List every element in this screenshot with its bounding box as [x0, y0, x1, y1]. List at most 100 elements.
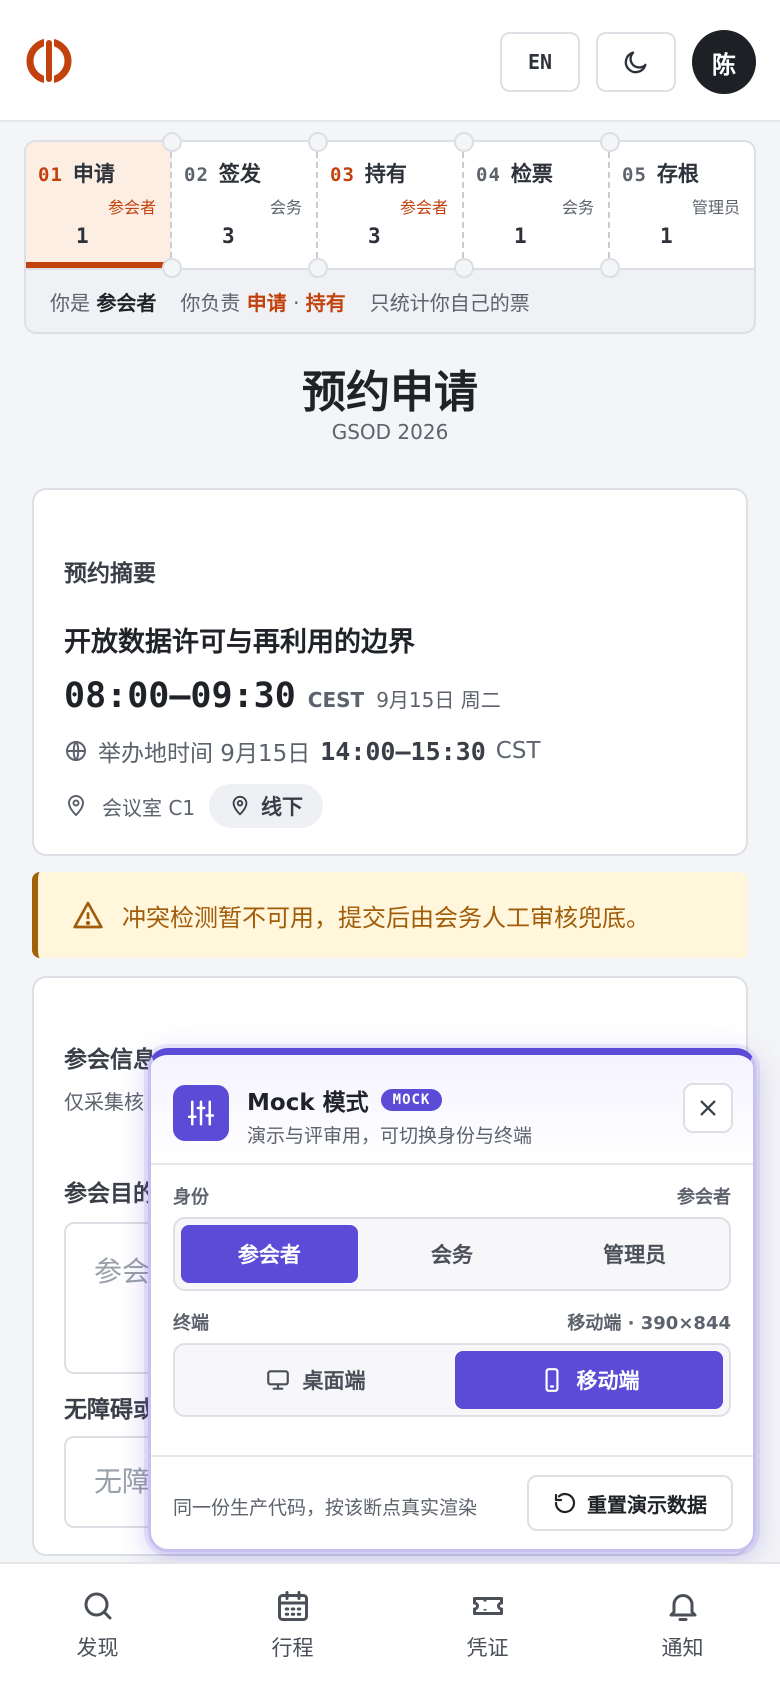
reset-demo-data-button[interactable]: 重置演示数据	[527, 1475, 733, 1531]
mock-panel-header: Mock 模式 MOCK 演示与评审用，可切换身份与终端	[151, 1055, 753, 1165]
reset-label: 重置演示数据	[587, 1492, 707, 1517]
map-pin-icon	[67, 795, 85, 817]
step-count: 1	[660, 224, 673, 248]
ticket-notch	[162, 132, 182, 152]
step-number: 05	[622, 164, 647, 186]
host-timezone: CST	[495, 738, 541, 764]
step-number: 01	[38, 164, 63, 186]
step-role: 管理员	[691, 198, 740, 217]
step-role: 参会者	[107, 198, 156, 217]
globe-icon	[66, 741, 86, 761]
session-timezone: CEST	[307, 688, 365, 712]
terminal-mobile-label: 移动端	[576, 1369, 640, 1393]
close-button[interactable]	[683, 1083, 733, 1133]
attendee-info-label: 参会信息	[64, 1047, 156, 1073]
step-name: 存根	[656, 162, 699, 186]
step-name: 申请	[72, 162, 115, 186]
mock-footer-text: 同一份生产代码，按该断点真实渲染	[173, 1497, 478, 1519]
stepper-steps: 01 申请 参会者 1 02 签发 会务 3 03 持有 参会者 3 04 检票 会务 …	[26, 142, 754, 270]
language-toggle-button[interactable]: EN	[500, 32, 580, 92]
mode-chip: 线下	[209, 784, 324, 828]
room-name: 会议室 C1	[102, 795, 196, 820]
nav-item-discover[interactable]: 发现	[0, 1564, 195, 1688]
step-name: 持有	[364, 162, 407, 186]
responsibility-info: 你负责 申请 · 持有	[180, 290, 346, 315]
attendee-info-help: 仅采集核	[64, 1090, 144, 1114]
step-count: 3	[368, 224, 381, 248]
step-number: 04	[476, 164, 501, 186]
step-role: 参会者	[399, 198, 448, 217]
step-name: 检票	[510, 162, 553, 186]
close-icon	[700, 1100, 716, 1116]
ticket-notch	[308, 258, 328, 278]
rotate-ccw-icon	[554, 1492, 576, 1514]
mock-title: Mock 模式 MOCK	[247, 1083, 443, 1117]
nav-item-notifications[interactable]: 通知	[585, 1564, 780, 1688]
accessibility-label: 无障碍或	[64, 1397, 156, 1423]
warning-triangle-icon	[73, 901, 103, 929]
smartphone-icon	[545, 1368, 558, 1392]
identity-label: 身份	[173, 1187, 209, 1208]
nav-label: 行程	[271, 1636, 314, 1660]
identity-option-staff[interactable]: 会务	[364, 1225, 541, 1283]
session-date: 9月15日 周二	[376, 688, 501, 712]
summary-label: 预约摘要	[64, 561, 156, 587]
identity-option-admin[interactable]: 管理员	[546, 1225, 723, 1283]
ticket-notch	[454, 132, 474, 152]
ticket-notch	[162, 258, 182, 278]
ticket-stepper: 01 申请 参会者 1 02 签发 会务 3 03 持有 参会者 3 04 检票 会务 …	[24, 140, 756, 334]
warning-text: 冲突检测暂不可用，提交后由会务人工审核兜底。	[122, 903, 650, 932]
session-time: 08:00–09:30 CEST 9月15日 周二	[64, 676, 501, 716]
search-icon	[84, 1592, 111, 1620]
brand-logo-icon[interactable]	[24, 36, 74, 86]
booking-summary-card: 预约摘要 开放数据许可与再利用的边界 08:00–09:30 CEST 9月15…	[32, 488, 748, 856]
step-count: 1	[76, 224, 89, 248]
mock-badge: MOCK	[380, 1089, 443, 1111]
identity-option-attendee[interactable]: 参会者	[181, 1225, 358, 1283]
conflict-warning-banner: 冲突检测暂不可用，提交后由会务人工审核兜底。	[32, 872, 748, 958]
theme-toggle-button[interactable]	[596, 32, 676, 92]
step-role: 会务	[561, 198, 594, 217]
monitor-icon	[266, 1370, 289, 1390]
nav-item-schedule[interactable]: 行程	[195, 1564, 390, 1688]
mock-panel-footer: 同一份生产代码，按该断点真实渲染 重置演示数据	[151, 1455, 753, 1549]
page-subtitle: GSOD 2026	[331, 420, 449, 444]
moon-icon	[624, 51, 647, 74]
step-check[interactable]: 04 检票 会务 1	[464, 142, 610, 268]
step-stub[interactable]: 05 存根 管理员 1	[610, 142, 754, 268]
terminal-option-mobile[interactable]: 移动端	[455, 1351, 723, 1409]
step-apply[interactable]: 01 申请 参会者 1	[26, 142, 172, 268]
app-header: EN 陈	[0, 0, 780, 122]
identity-value: 参会者	[677, 1187, 731, 1208]
step-number: 03	[330, 164, 355, 186]
session-time-range: 08:00–09:30	[64, 676, 296, 716]
host-time-prefix: 举办地时间 9月15日	[98, 741, 311, 767]
step-count: 3	[222, 224, 235, 248]
calendar-icon	[277, 1591, 308, 1621]
role-info: 你是 参会者	[50, 290, 157, 315]
host-time-range: 14:00–15:30	[320, 736, 486, 766]
mock-title-text: Mock 模式	[247, 1090, 369, 1116]
bell-icon	[669, 1594, 696, 1621]
session-location: 会议室 C1 线下	[64, 784, 324, 828]
terminal-option-desktop[interactable]: 桌面端	[181, 1351, 449, 1409]
sliders-icon	[173, 1085, 229, 1141]
nav-label: 通知	[661, 1636, 704, 1660]
step-issue[interactable]: 02 签发 会务 3	[172, 142, 318, 268]
page-title: 预约申请	[302, 367, 478, 418]
step-hold[interactable]: 03 持有 参会者 3	[318, 142, 464, 268]
terminal-desktop-label: 桌面端	[302, 1369, 366, 1393]
bottom-navigation: 发现 行程 凭证 通知	[0, 1562, 780, 1688]
mock-mode-panel: Mock 模式 MOCK 演示与评审用，可切换身份与终端 身份 参会者 参会者 …	[148, 1048, 756, 1552]
count-note: 只统计你自己的票	[369, 290, 530, 315]
step-role: 会务	[269, 198, 302, 217]
step-number: 02	[184, 164, 209, 186]
identity-segmented-control: 参会者 会务 管理员	[173, 1217, 731, 1291]
step-name: 签发	[218, 162, 261, 186]
terminal-label: 终端	[173, 1313, 209, 1334]
user-avatar[interactable]: 陈	[692, 30, 756, 94]
host-local-time: 举办地时间 9月15日 14:00–15:30 CST	[64, 734, 541, 768]
mode-label: 线下	[261, 795, 304, 819]
nav-item-tickets[interactable]: 凭证	[390, 1564, 585, 1688]
ticket-notch	[600, 132, 620, 152]
